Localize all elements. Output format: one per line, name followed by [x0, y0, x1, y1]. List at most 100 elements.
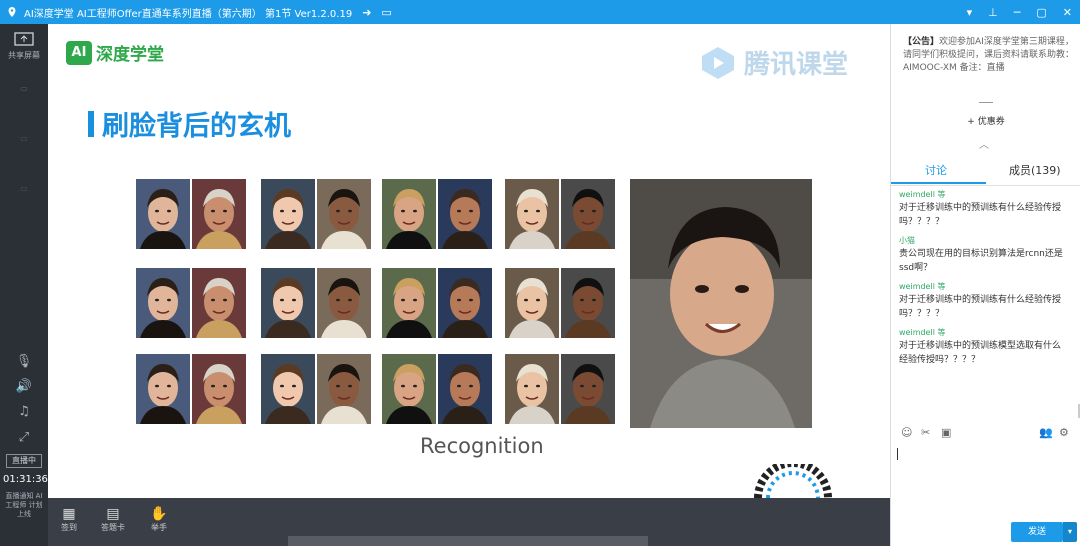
screen-share-icon — [14, 32, 34, 46]
play-logo-icon — [702, 46, 734, 79]
left-toolbar: 共享屏幕 ▭ ▭ ▭ 🎙 🔊 ♫ ⤢ 直播中 01:31:36 直播通知 AI工… — [0, 24, 48, 546]
pin-icon[interactable]: ⊥ — [988, 6, 998, 19]
face-photo — [505, 268, 559, 338]
music-icon[interactable]: ♫ — [0, 404, 48, 419]
list-item: weimdell 等 对于迁移训练中的预训练有什么经验传授吗？？？？ — [891, 189, 1077, 229]
message-user: weimdell 等 — [899, 328, 946, 337]
face-photo — [317, 354, 371, 424]
face-photo — [505, 354, 559, 424]
featured-face-photo — [630, 179, 812, 428]
live-status-badge: 直播中 — [6, 454, 42, 468]
list-item: weimdell 等 对于迁移训练中的预训练有什么经验传授吗？？？？ — [891, 281, 1077, 321]
message-text: 对于迁移训练中的预训练有什么经验传授吗？？？？ — [899, 295, 1062, 319]
face-photo — [561, 179, 615, 249]
chat-input[interactable] — [895, 444, 1077, 514]
face-photo — [261, 268, 315, 338]
sign-in-icon: ▦ — [62, 506, 76, 522]
hand-raise-button[interactable]: ✋ 举手 — [144, 506, 174, 533]
text-caret — [897, 448, 898, 460]
message-user: weimdell 等 — [899, 282, 946, 291]
divider — [979, 102, 993, 103]
slide-caption: Recognition — [420, 434, 544, 458]
live-timer: 01:31:36 — [3, 474, 48, 485]
scissors-icon[interactable]: ✂ — [921, 426, 930, 439]
left-blank-2: ▭ — [20, 134, 28, 143]
message-text: 对于迁移训练中的预训练有什么经验传授吗？？？？ — [899, 203, 1062, 227]
ai-logo: AI 深度学堂 — [66, 40, 164, 65]
maximize-icon[interactable]: ▢ — [1036, 6, 1046, 19]
sign-in-label: 签到 — [61, 523, 77, 532]
message-text: 对于迁移训练中的预训练模型选取有什么经验传授吗？？？？ — [899, 341, 1062, 365]
chat-panel: 【公告】欢迎参加AI深度学堂第三期课程，请同学们积极提问，课后资料请联系助教：A… — [890, 24, 1080, 546]
left-blank-3: ▭ — [20, 184, 28, 193]
face-photo — [192, 179, 246, 249]
face-photo — [382, 354, 436, 424]
title-bar: AI深度学堂 AI工程师Offer直通车系列直播（第六期） 第1节 Ver1.2… — [0, 0, 1080, 24]
chevron-down-icon[interactable]: ▾ — [967, 6, 973, 19]
bottom-strip — [288, 536, 648, 546]
ai-logo-text: 深度学堂 — [96, 45, 164, 65]
minimize-icon[interactable]: ─ — [1014, 6, 1021, 19]
face-photo — [136, 354, 190, 424]
tencent-classroom-logo: 腾讯课堂 — [698, 44, 848, 81]
face-photo — [192, 268, 246, 338]
face-photo — [382, 268, 436, 338]
left-footer-text: 直播通知 AI工程师 计划上线 — [5, 492, 43, 518]
speaker-icon[interactable]: 🔊 — [0, 379, 48, 394]
presentation-slide: AI 深度学堂 腾讯课堂 刷脸背后的玄机 Recognition — [48, 24, 890, 498]
folder-icon[interactable]: ▭ — [381, 6, 391, 19]
face-photo — [136, 179, 190, 249]
left-blank-1: ▭ — [20, 84, 28, 93]
window-title: AI深度学堂 AI工程师Offer直通车系列直播（第六期） 第1节 Ver1.2… — [24, 8, 353, 20]
list-item: 小猫 贵公司现在用的目标识别算法是rcnn还是ssd啊？ — [891, 235, 1077, 275]
announcement-label: 【公告】 — [903, 37, 940, 47]
active-tab-indicator — [891, 182, 986, 184]
hand-raise-label: 举手 — [151, 523, 167, 532]
bottom-toolbar: ▦ 签到 ▤ 答题卡 ✋ 举手 — [48, 498, 890, 546]
answer-card-button[interactable]: ▤ 答题卡 — [98, 506, 128, 533]
window-controls: ▾ ⊥ ─ ▢ ✕ — [967, 0, 1072, 24]
message-user: weimdell 等 — [899, 190, 946, 199]
face-photo — [438, 268, 492, 338]
face-photo — [136, 268, 190, 338]
slide-title-text: 刷脸背后的玄机 — [102, 111, 291, 142]
message-user: 小猫 — [899, 236, 915, 245]
face-photo — [505, 179, 559, 249]
face-photo — [561, 354, 615, 424]
users-icon[interactable]: 👥 — [1039, 426, 1053, 439]
face-photo — [438, 179, 492, 249]
close-icon[interactable]: ✕ — [1063, 6, 1072, 19]
microphone-icon[interactable]: 🎙 — [0, 354, 48, 369]
list-item: weimdell 等 对于迁移训练中的预训练模型选取有什么经验传授吗？？？？ — [891, 327, 1077, 367]
send-button[interactable]: 发送 — [1011, 522, 1063, 542]
face-photo — [192, 354, 246, 424]
sign-in-button[interactable]: ▦ 签到 — [54, 506, 84, 533]
announcement: 【公告】欢迎参加AI深度学堂第三期课程，请同学们积极提问，课后资料请联系助教：A… — [903, 36, 1075, 75]
settings-icon[interactable]: ⚙ — [1059, 426, 1069, 439]
face-photo — [317, 179, 371, 249]
tencent-classroom-text: 腾讯课堂 — [744, 50, 849, 80]
fullscreen-icon[interactable]: ⤢ — [0, 430, 48, 445]
face-photo — [561, 268, 615, 338]
answer-card-label: 答题卡 — [101, 523, 125, 532]
screen-share-button[interactable]: 共享屏幕 — [0, 32, 48, 61]
hand-raise-icon: ✋ — [150, 506, 168, 522]
face-photo — [382, 179, 436, 249]
tab-discussion[interactable]: 讨论 — [925, 162, 947, 178]
message-list: weimdell 等 对于迁移训练中的预训练有什么经验传授吗？？？？ 小猫 贵公… — [891, 189, 1077, 417]
location-pin-icon — [8, 7, 16, 17]
send-options-dropdown[interactable]: ▾ — [1063, 522, 1077, 542]
face-photo — [317, 268, 371, 338]
title-accent-bar — [88, 110, 94, 137]
message-text: 贵公司现在用的目标识别算法是rcnn还是ssd啊？ — [899, 249, 1063, 273]
image-icon[interactable]: ▣ — [941, 426, 951, 439]
share-arrow-icon[interactable]: ➜ — [362, 6, 371, 19]
chat-tools: ☺ ✂ ▣ 👥 ⚙ — [891, 426, 1080, 442]
emoji-icon[interactable]: ☺ — [901, 426, 912, 439]
coupon-button[interactable]: + 优惠券 — [891, 114, 1080, 127]
screen-share-label: 共享屏幕 — [8, 51, 40, 60]
chevron-up-icon[interactable]: ︿ — [979, 136, 989, 151]
loading-spinner-icon — [754, 464, 832, 498]
face-photo — [438, 354, 492, 424]
tab-members[interactable]: 成员(139) — [1009, 162, 1061, 178]
